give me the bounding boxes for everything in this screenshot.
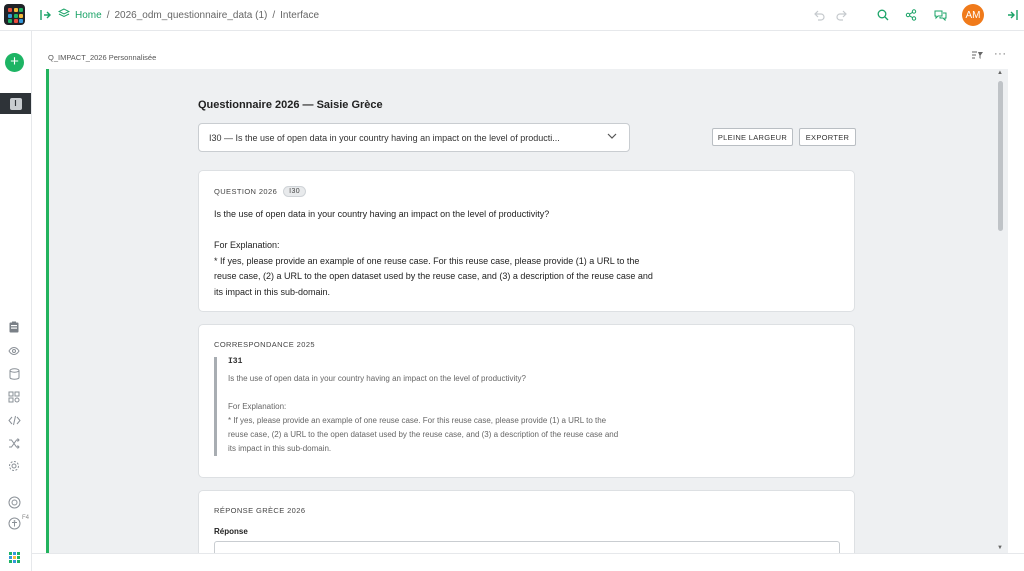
full-width-button[interactable]: PLEINE LARGEUR [712,128,793,146]
code-icon[interactable] [7,413,21,427]
panel-toggle-icon[interactable] [36,6,54,24]
comments-icon[interactable] [931,6,949,24]
question-text: Is the use of open data in your country … [214,209,653,297]
correspondence-card: CORRESPONDANCE 2025 I31 Is the use of op… [198,324,855,478]
question-select-value: I30 — Is the use of open data in your co… [209,133,560,143]
form-title: Questionnaire 2026 — Saisie Grèce [198,99,383,111]
correspondence-quote: I31 Is the use of open data in your coun… [214,357,669,456]
correspondence-text: Is the use of open data in your country … [228,374,619,453]
question-card: QUESTION 2026 I30 Is the use of open data… [198,170,855,312]
add-new-button[interactable]: + [5,53,24,72]
undo-icon[interactable] [810,6,828,24]
help-icon[interactable] [7,495,21,509]
sort-filter-icon[interactable] [972,51,983,62]
share-icon[interactable] [902,6,920,24]
grist-logo-icon[interactable] [4,4,25,25]
response-field-label: Réponse [214,527,248,536]
page-item-interface[interactable]: I [0,93,31,114]
database-icon[interactable] [7,367,21,381]
custom-widget-canvas: Questionnaire 2026 — Saisie Grèce I30 — … [46,69,1008,553]
question-card-label: QUESTION 2026 I30 [214,186,307,197]
vertical-scrollbar[interactable]: ▲ ▼ [996,69,1005,553]
breadcrumb-document-link[interactable]: 2026_odm_questionnaire_data (1) [114,10,267,21]
breadcrumb-separator: / [106,9,110,21]
user-avatar[interactable]: AM [962,4,984,26]
widget-header: Q_IMPACT_2026 Personnalisée ··· [32,31,1024,69]
eye-icon[interactable] [7,344,21,358]
grist-small-logo-icon[interactable] [7,550,21,564]
more-options-button[interactable]: ··· [994,48,1007,60]
widgets-icon[interactable] [7,390,21,404]
breadcrumb: Home / 2026_odm_questionnaire_data (1) /… [57,8,320,22]
settings-icon[interactable] [7,459,21,473]
accessibility-icon[interactable] [7,516,21,530]
correspondence-code: I31 [228,357,243,366]
left-sidebar: + I F4 [0,31,32,571]
bottom-bar [32,553,1024,571]
scroll-thumb[interactable] [998,81,1003,231]
widget-title[interactable]: Q_IMPACT_2026 Personnalisée [48,53,156,62]
breadcrumb-page: Interface [280,9,320,21]
question-card-title: QUESTION 2026 [214,187,278,196]
shortcut-hint: F4 [22,515,30,521]
right-panel-icon[interactable] [1004,6,1022,24]
scroll-up-arrow[interactable]: ▲ [997,70,1003,76]
chevron-down-icon [607,132,617,142]
raw-data-icon[interactable] [7,320,21,334]
search-icon[interactable] [874,6,892,24]
response-card: RÉPONSE GRÈCE 2026 Réponse [198,490,855,553]
top-bar: Home / 2026_odm_questionnaire_data (1) /… [0,0,1024,31]
correspondence-card-title: CORRESPONDANCE 2025 [214,340,315,349]
shuffle-icon[interactable] [7,436,21,450]
scroll-down-arrow[interactable]: ▼ [997,545,1003,551]
breadcrumb-home-link[interactable]: Home [75,10,102,21]
response-card-title: RÉPONSE GRÈCE 2026 [214,506,306,515]
layers-icon [57,8,71,22]
response-input[interactable] [214,541,840,553]
redo-icon[interactable] [833,6,851,24]
export-button[interactable]: EXPORTER [799,128,856,146]
question-code-chip: I30 [283,186,307,197]
breadcrumb-separator: / [272,9,276,21]
question-select[interactable]: I30 — Is the use of open data in your co… [198,123,630,152]
page-icon-letter: I [9,97,22,110]
